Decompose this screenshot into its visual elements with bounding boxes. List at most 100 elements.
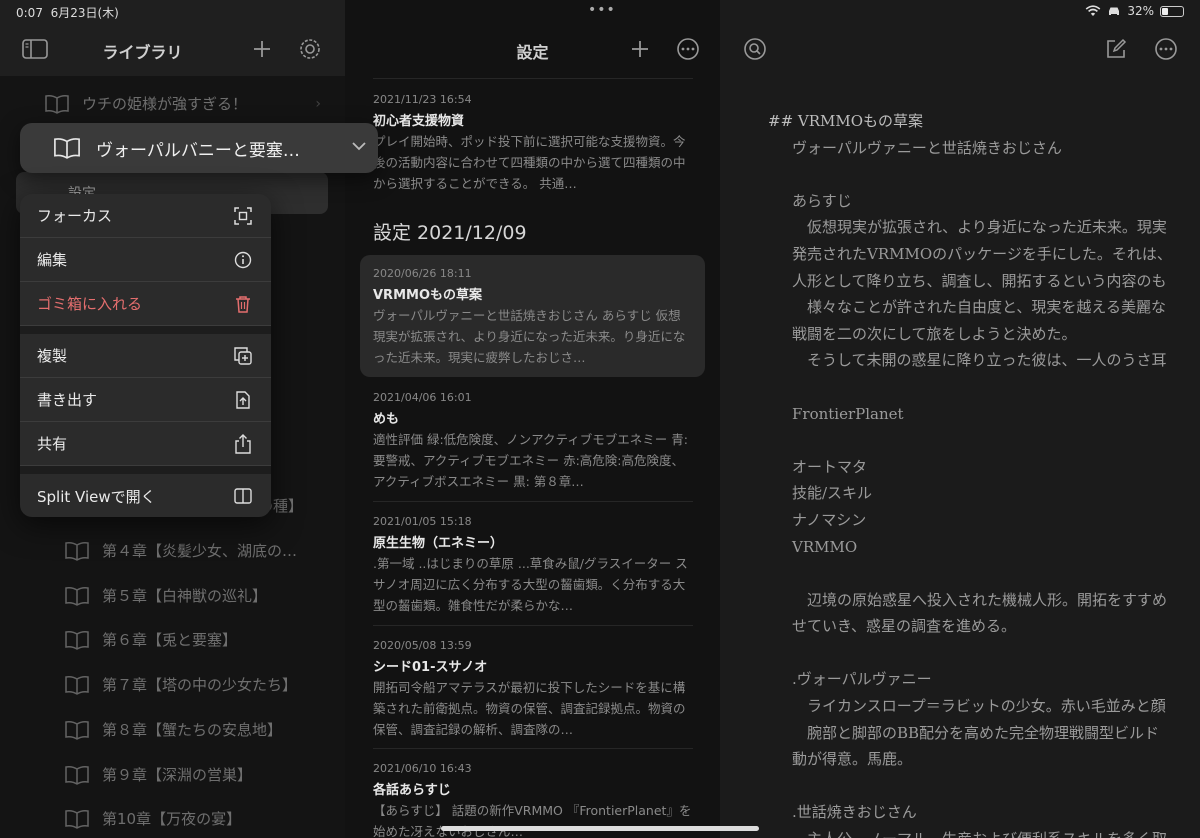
add-icon[interactable] [249,36,275,62]
editor-navbar [720,24,1200,76]
menu-separator [20,466,271,474]
divider [373,748,693,749]
export-icon [233,390,253,410]
menu-item-duplicate[interactable]: 複製 [20,334,271,378]
chapter-item[interactable]: 第７章【塔の中の少女たち】 [0,662,345,707]
menu-item-export[interactable]: 書き出す [20,378,271,422]
compose-icon[interactable] [1103,36,1129,62]
split-view-icon [233,486,253,506]
trash-icon [233,294,253,314]
note-excerpt: 開拓司令船アマテラスが最初に投下したシードを基に構築された前衛拠点。物資の保管、… [373,680,686,737]
editor-line: せていき、惑星の調査を進める。 [792,617,1016,636]
menu-item-focus[interactable]: フォーカス [20,194,271,238]
book-icon [64,630,90,650]
status-date: 6月23日(木) [50,6,119,20]
editor-line: 戦闘を二の次にして旅をしようと決めた。 [792,324,1077,343]
share-icon [233,433,253,454]
editor-text[interactable]: ## VRMMOもの草案 ヴォーパルヴァニーと世話焼きおじさん あらすじ 仮想現実… [768,108,1200,838]
note-date: 2021/11/23 16:54 [373,93,472,106]
menu-item-label: 書き出す [37,391,98,409]
chapter-item[interactable]: 第４章【炎髪少女、湖底の… [0,528,345,573]
status-time: 0:07 6月23日(木) [16,6,119,20]
menu-item-share[interactable]: 共有 [20,422,271,466]
editor-line: FrontierPlanet [792,404,904,423]
menu-item-label: 編集 [37,251,68,269]
chapter-item[interactable]: 第10章【万夜の宴】 [0,796,345,838]
status-right: 32% [1085,4,1184,18]
note-date: 2021/06/10 16:43 [373,762,472,775]
info-icon [233,250,253,270]
editor-line: ライカンスロープ＝ラビットの少女。赤い毛並みと顔 [792,697,1166,716]
book-icon [64,765,90,785]
note-title: 各話あらすじ [373,783,451,798]
editor-line: そうして未開の惑星に降り立った彼は、一人のうさ耳 [792,351,1167,370]
note-date: 2020/06/26 18:11 [373,267,472,280]
chapter-title: 第４章【炎髪少女、湖底の… [102,542,298,560]
editor-line: 発売されたVRMMOのパッケージを手にした。それは、 [792,244,1172,263]
editor-line: 人形として降り立ち、調査し、開拓するという内容のも [792,271,1167,290]
settings-gear-icon[interactable] [297,36,323,62]
library-book-item[interactable]: ウチの姫様が強すぎる！ › [0,81,345,126]
menu-item-trash[interactable]: ゴミ箱に入れる [20,282,271,326]
add-note-icon[interactable] [627,36,653,62]
chapter-item[interactable]: 第８章【蟹たちの安息地】 [0,707,345,752]
editor-line: .世話焼きおじさん [792,803,917,822]
battery-icon [1160,5,1184,17]
note-item[interactable]: 2021/04/06 16:01 めも 適性評価 緑:低危険度、ノンアクティブモ… [373,391,693,492]
note-title: VRMMOもの草案 [373,288,482,303]
book-icon [64,541,90,561]
divider [373,625,693,626]
menu-item-edit[interactable]: 編集 [20,238,271,282]
car-icon [1107,6,1121,16]
editor-heading-line: ## VRMMOもの草案 [768,112,924,130]
menu-item-label: 共有 [37,435,68,453]
chapter-item[interactable]: 第６章【兎と要塞】 [0,617,345,662]
note-excerpt: ヴォーパルヴァニーと世話焼きおじさん あらすじ 仮想現実が拡張され、より身近にな… [373,308,686,365]
chevron-right-icon: › [315,95,321,112]
chapter-title: 第７章【塔の中の少女たち】 [102,676,298,694]
editor-line: VRMMO [792,537,858,556]
focused-book-header[interactable]: ヴォーパルバニーと要塞… [20,123,378,173]
book-icon [64,586,90,606]
library-title: ライブラリ [102,43,183,62]
chevron-down-icon[interactable] [350,137,368,155]
chapter-title: 第５章【白神獣の巡礼】 [102,587,268,605]
chapter-item[interactable]: 第５章【白神獣の巡礼】 [0,573,345,618]
battery-percent: 32% [1127,4,1154,18]
editor-line: 主人公。ノーマル、生産および便利系スキルを多く取 [768,826,1200,838]
more-icon[interactable] [675,36,701,62]
menu-item-label: Split Viewで開く [37,487,156,506]
chapter-item[interactable]: 第９章【深淵の営巣】 [0,752,345,797]
note-date: 2021/04/06 16:01 [373,391,472,404]
note-item[interactable]: 2020/05/08 13:59 シード01-スサノオ 開拓司令船アマテラスが最… [373,639,693,740]
editor-line: 動が得意。馬鹿。 [792,750,913,769]
note-title: 初心者支援物資 [373,114,465,129]
editor-line: ヴォーパルヴァニーと世話焼きおじさん [792,138,1062,157]
chapter-title: 第９章【深淵の営巣】 [102,766,253,784]
note-item-selected[interactable]: 2020/06/26 18:11 VRMMOもの草案 ヴォーパルヴァニーと世話焼… [373,267,693,368]
chapter-title: 第10章【万夜の宴】 [102,810,242,828]
book-icon [52,137,82,159]
search-icon[interactable] [742,36,768,62]
note-title: シード01-スサノオ [373,660,488,675]
more-icon[interactable] [1153,36,1179,62]
book-icon [64,720,90,740]
note-item[interactable]: 2021/11/23 16:54 初心者支援物資 プレイ開始時、ポッド投下前に選… [373,93,693,194]
editor-line: 辺境の原始惑星へ投入された機械人形。開拓をすすめ [792,590,1168,609]
menu-item-split-view[interactable]: Split Viewで開く [20,474,271,517]
notes-panel: 設定 2021/11/23 16:54 初心者支援物資 プレイ開始時、ポッド投下… [345,0,720,838]
note-date: 2020/05/08 13:59 [373,639,472,652]
section-heading: 設定 2021/12/09 [373,222,527,244]
note-item[interactable]: 2021/01/05 15:18 原生生物（エネミー） .第一域 ..はじまりの… [373,515,693,616]
editor-line: 腕部と脚部のBB配分を高めた完全物理戦闘型ビルド [792,723,1160,742]
editor-line: 技能/スキル [792,484,873,503]
notes-title: 設定 [516,43,549,62]
multitasking-dots-icon[interactable]: ••• [588,2,616,18]
book-icon [64,809,90,829]
home-indicator[interactable] [441,826,759,831]
